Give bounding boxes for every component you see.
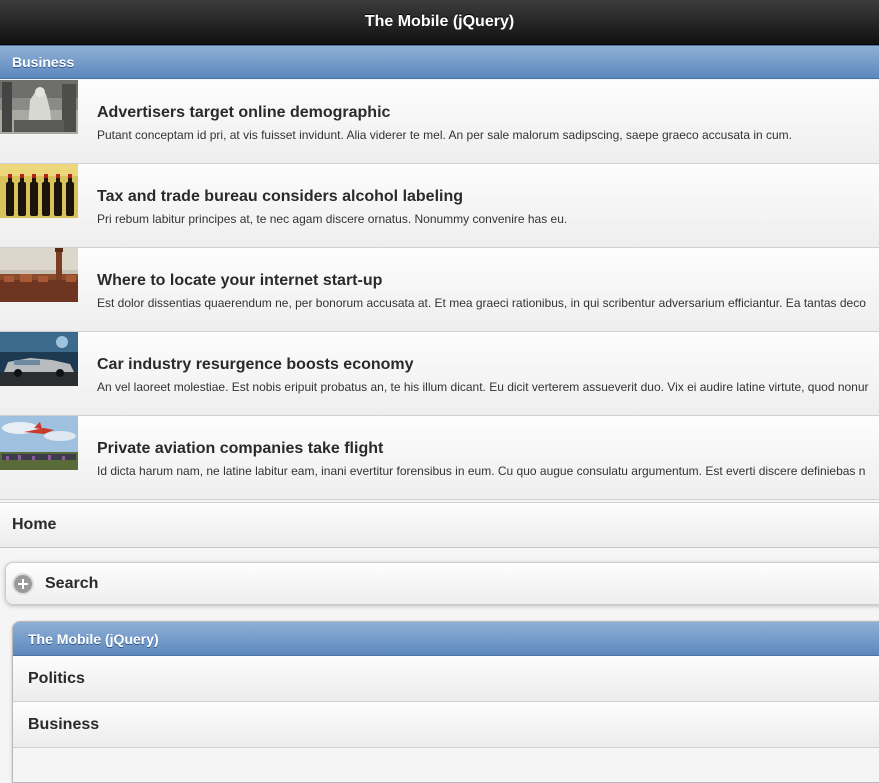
building-statue-photo <box>0 80 78 134</box>
section-title: Business <box>12 54 75 70</box>
menu-item-business[interactable]: Business <box>13 702 879 748</box>
article-title: Where to locate your internet start-up <box>97 272 383 289</box>
list-item[interactable]: Private aviation companies take flight I… <box>0 416 879 500</box>
article-title: Tax and trade bureau considers alcohol l… <box>97 188 464 205</box>
search-label: Search <box>45 574 99 592</box>
article-summary: An vel laoreet molestiae. Est nobis erip… <box>97 380 869 394</box>
menu-panel: The Mobile (jQuery) Politics Business <box>12 621 879 783</box>
airshow-plane-photo <box>0 416 78 470</box>
panel-title: The Mobile (jQuery) <box>28 630 159 647</box>
list-item[interactable]: Advertisers target online demographic Pu… <box>0 80 879 164</box>
list-item[interactable]: Tax and trade bureau considers alcohol l… <box>0 164 879 248</box>
home-link[interactable]: Home <box>0 502 879 548</box>
article-list: Advertisers target online demographic Pu… <box>0 80 879 500</box>
menu-item-label: Business <box>28 715 100 733</box>
city-skyline-photo <box>0 248 78 302</box>
wine-bottles-photo <box>0 164 78 218</box>
list-item[interactable]: Car industry resurgence boosts economy A… <box>0 332 879 416</box>
article-summary: Pri rebum labitur principes at, te nec a… <box>97 212 568 226</box>
menu-item-politics[interactable]: Politics <box>13 656 879 702</box>
home-label: Home <box>12 516 57 533</box>
panel-header: The Mobile (jQuery) <box>13 622 879 656</box>
section-divider: Business <box>0 45 879 79</box>
article-summary: Putant conceptam id pri, at vis fuisset … <box>97 128 793 142</box>
app-header: The Mobile (jQuery) <box>0 0 879 45</box>
header-title: The Mobile (jQuery) <box>364 13 515 30</box>
list-item[interactable]: Where to locate your internet start-up E… <box>0 248 879 332</box>
article-title: Private aviation companies take flight <box>97 440 384 457</box>
article-title: Advertisers target online demographic <box>97 104 391 121</box>
search-collapsible[interactable]: Search <box>5 562 879 605</box>
menu-item-label: Politics <box>28 669 85 687</box>
article-summary: Id dicta harum nam, ne latine labitur ea… <box>97 464 866 478</box>
article-summary: Est dolor dissentias quaerendum ne, per … <box>97 296 866 310</box>
plus-circle-icon <box>14 574 32 593</box>
classic-car-photo <box>0 332 78 386</box>
article-title: Car industry resurgence boosts economy <box>97 356 414 373</box>
